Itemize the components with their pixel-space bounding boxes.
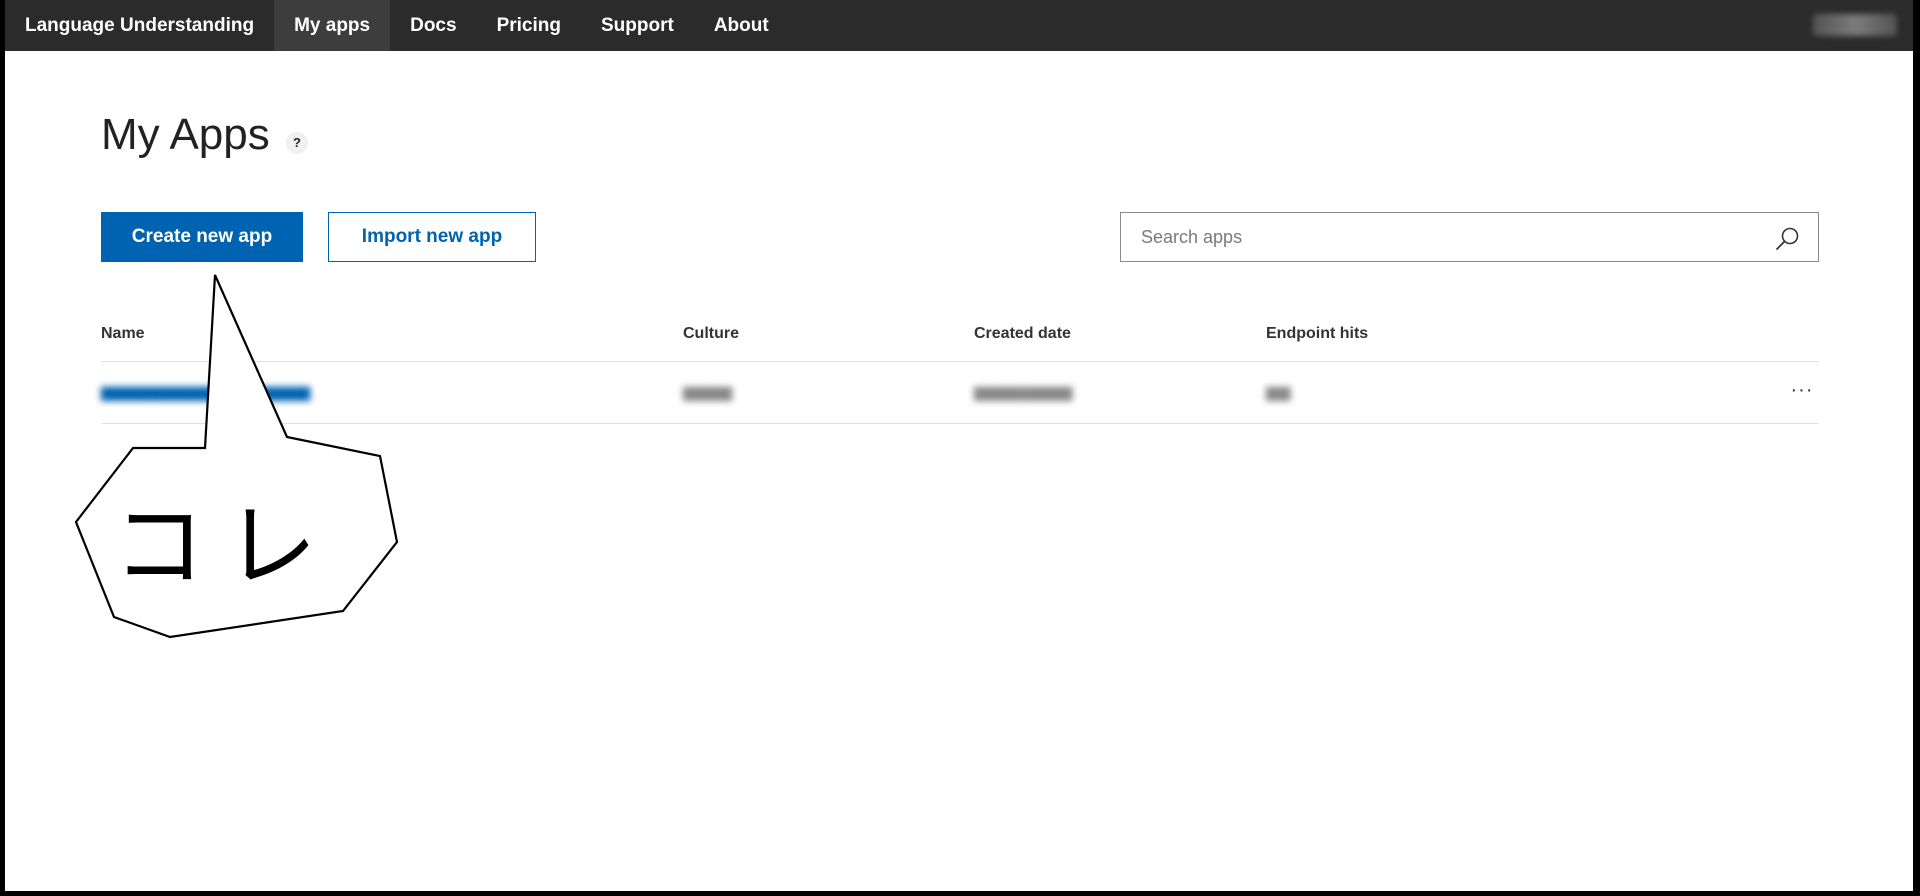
import-new-app-button[interactable]: Import new app (328, 212, 536, 262)
nav-language-understanding[interactable]: Language Understanding (5, 0, 274, 51)
search-icon[interactable] (1774, 226, 1800, 252)
nav-pricing[interactable]: Pricing (477, 0, 581, 51)
nav-docs[interactable]: Docs (390, 0, 476, 51)
create-new-app-button[interactable]: Create new app (101, 212, 303, 262)
help-icon[interactable]: ? (286, 132, 308, 154)
column-header-endpoint-hits[interactable]: Endpoint hits (1266, 325, 1368, 343)
nav-my-apps[interactable]: My apps (274, 0, 391, 51)
app-culture: ▆▆▆▆ (683, 384, 733, 401)
page-title: My Apps (101, 110, 270, 159)
nav-support[interactable]: Support (581, 0, 694, 51)
search-input[interactable] (1121, 213, 1761, 261)
column-header-created-date[interactable]: Created date (974, 325, 1071, 343)
more-options-icon[interactable]: ··· (1785, 376, 1819, 404)
nav-about[interactable]: About (694, 0, 789, 51)
search-box (1120, 212, 1819, 262)
app-endpoint-hits: ▆▆ (1266, 384, 1291, 401)
app-created-date: ▆▆▆▆▆▆▆▆ (974, 384, 1073, 401)
top-nav: Language Understanding My apps Docs Pric… (5, 0, 1913, 51)
app-window: Language Understanding My apps Docs Pric… (5, 0, 1913, 891)
annotation-text: コレ (113, 493, 338, 600)
user-account-menu[interactable] (1813, 14, 1897, 36)
column-header-culture[interactable]: Culture (683, 325, 739, 343)
